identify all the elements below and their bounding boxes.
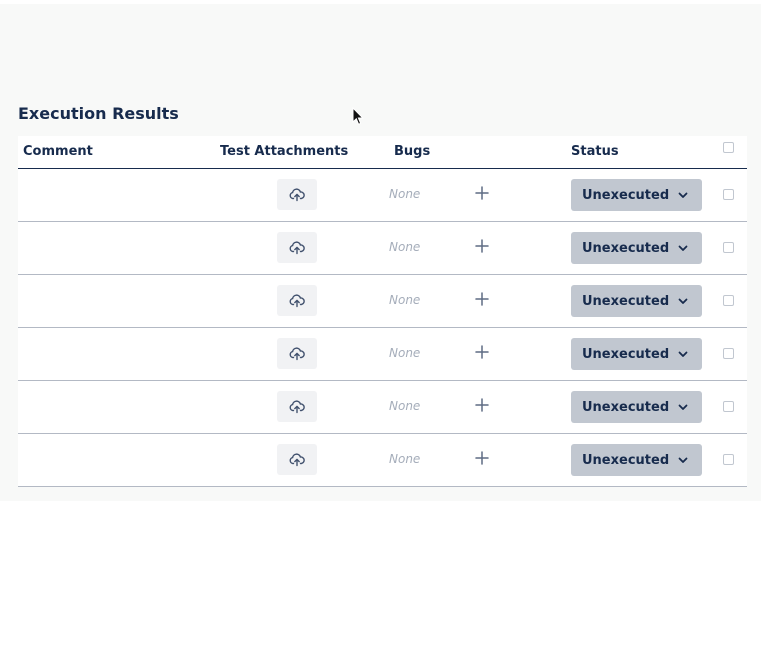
bugs-value: None — [389, 399, 421, 413]
chevron-down-icon — [678, 298, 688, 304]
upload-attachment-button[interactable] — [277, 179, 317, 210]
upload-attachment-button[interactable] — [277, 338, 317, 369]
bugs-value: None — [389, 293, 421, 307]
row-checkbox[interactable] — [723, 295, 734, 306]
upload-attachment-button[interactable] — [277, 232, 317, 263]
bugs-value: None — [389, 187, 421, 201]
column-header-status: Status — [571, 144, 619, 159]
upload-attachment-button[interactable] — [277, 285, 317, 316]
status-dropdown-button[interactable]: Unexecuted — [571, 444, 702, 476]
status-dropdown-button[interactable]: Unexecuted — [571, 338, 702, 370]
plus-icon[interactable] — [473, 343, 491, 361]
cloud-upload-icon — [289, 240, 305, 254]
chevron-down-icon — [678, 404, 688, 410]
cloud-upload-icon — [289, 346, 305, 360]
row-checkbox[interactable] — [723, 454, 734, 465]
select-all-checkbox[interactable] — [723, 142, 734, 153]
status-label: Unexecuted — [582, 452, 670, 468]
column-header-test-attachments: Test Attachments — [220, 144, 349, 159]
plus-icon[interactable] — [473, 237, 491, 255]
cloud-upload-icon — [289, 187, 305, 201]
status-dropdown-button[interactable]: Unexecuted — [571, 285, 702, 317]
table-row: None Unexecuted — [18, 275, 747, 328]
status-dropdown-button[interactable]: Unexecuted — [571, 391, 702, 423]
status-dropdown-button[interactable]: Unexecuted — [571, 232, 702, 264]
row-checkbox[interactable] — [723, 242, 734, 253]
status-label: Unexecuted — [582, 187, 670, 203]
table-row: None Unexecuted — [18, 381, 747, 434]
table-row: None Unexecuted — [18, 328, 747, 381]
row-checkbox[interactable] — [723, 189, 734, 200]
plus-icon[interactable] — [473, 396, 491, 414]
chevron-down-icon — [678, 192, 688, 198]
status-dropdown-button[interactable]: Unexecuted — [571, 179, 702, 211]
bugs-value: None — [389, 240, 421, 254]
table-row: None Unexecuted — [18, 434, 747, 487]
row-checkbox[interactable] — [723, 401, 734, 412]
column-header-bugs: Bugs — [394, 144, 431, 159]
table-row: None Unexecuted — [18, 169, 747, 222]
chevron-down-icon — [678, 245, 688, 251]
column-header-comment: Comment — [23, 144, 93, 159]
status-label: Unexecuted — [582, 240, 670, 256]
chevron-down-icon — [678, 351, 688, 357]
row-checkbox[interactable] — [723, 348, 734, 359]
bugs-value: None — [389, 346, 421, 360]
cloud-upload-icon — [289, 452, 305, 466]
plus-icon[interactable] — [473, 184, 491, 202]
plus-icon[interactable] — [473, 449, 491, 467]
execution-results-table: Comment Test Attachments Bugs Status Non… — [18, 136, 747, 487]
cloud-upload-icon — [289, 293, 305, 307]
table-header: Comment Test Attachments Bugs Status — [18, 136, 747, 169]
table-row: None Unexecuted — [18, 222, 747, 275]
status-label: Unexecuted — [582, 293, 670, 309]
mouse-pointer-icon — [352, 107, 364, 125]
upload-attachment-button[interactable] — [277, 444, 317, 475]
status-label: Unexecuted — [582, 346, 670, 362]
bugs-value: None — [389, 452, 421, 466]
section-title: Execution Results — [18, 104, 179, 123]
cloud-upload-icon — [289, 399, 305, 413]
chevron-down-icon — [678, 457, 688, 463]
upload-attachment-button[interactable] — [277, 391, 317, 422]
status-label: Unexecuted — [582, 399, 670, 415]
plus-icon[interactable] — [473, 290, 491, 308]
